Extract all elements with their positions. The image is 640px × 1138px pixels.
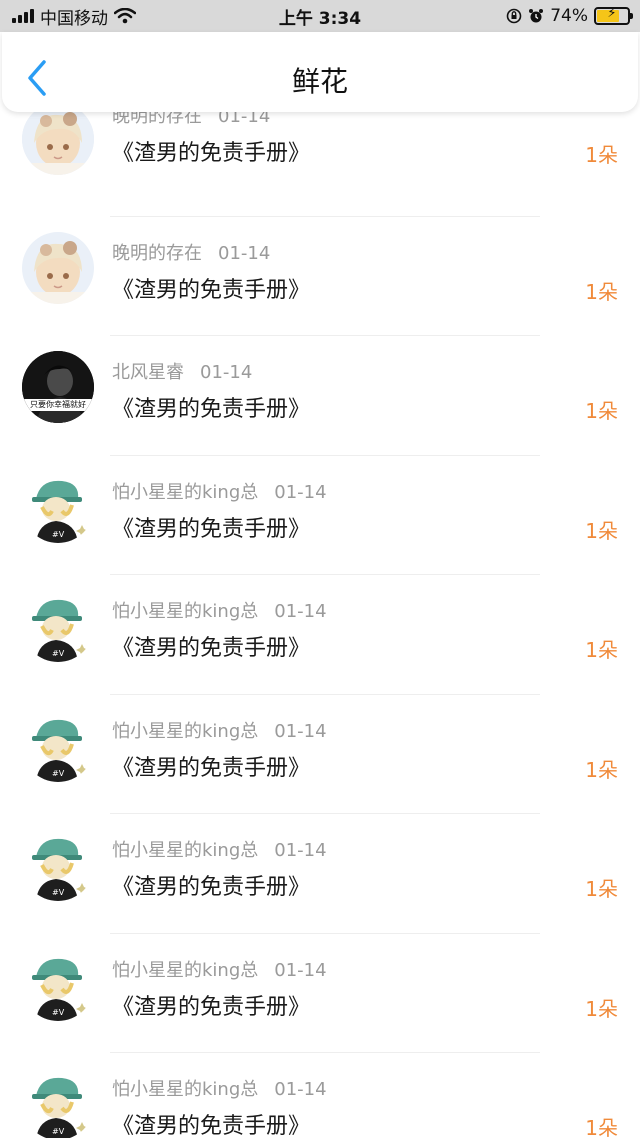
- book-title[interactable]: 《渣男的免责手册》: [112, 869, 310, 901]
- wifi-icon: [114, 8, 136, 24]
- book-title[interactable]: 《渣男的免责手册》: [112, 511, 310, 543]
- item-date: 01-14: [274, 481, 327, 503]
- user-avatar[interactable]: [22, 112, 94, 175]
- dark-photo-avatar-icon: [22, 351, 94, 423]
- book-title[interactable]: 《渣男的免责手册》: [112, 272, 310, 304]
- username[interactable]: 怕小星星的king总: [112, 601, 258, 622]
- username[interactable]: 怕小星星的king总: [112, 960, 258, 981]
- battery-percent: 74%: [550, 6, 588, 26]
- list-item[interactable]: 只要你幸福就好 北风星睿 01-14 《渣男的免责手册》 1朵: [0, 336, 640, 456]
- status-bar: 中国移动 上午 3:34 74% ⚡: [0, 0, 640, 32]
- alarm-icon: [529, 9, 544, 23]
- flower-count: 1朵: [585, 1116, 618, 1138]
- item-date: 01-14: [274, 720, 327, 742]
- list-item[interactable]: #V 怕小星星的king总 01-14 《渣男的免责手册》 1朵: [0, 934, 640, 1053]
- green-cap-avatar-icon: #V: [22, 948, 94, 1021]
- item-date: 01-14: [200, 362, 253, 383]
- nav-bar: 鲜花: [2, 32, 638, 112]
- book-title[interactable]: 《渣男的免责手册》: [112, 989, 310, 1021]
- svg-text:#V: #V: [52, 530, 65, 539]
- green-cap-avatar-icon: #V: [22, 829, 94, 901]
- anime-girl-avatar-icon: [22, 231, 94, 304]
- flower-count: 1朵: [585, 877, 618, 901]
- carrier-label: 中国移动: [40, 8, 108, 29]
- item-meta: 晚明的存在 01-14: [112, 239, 270, 265]
- item-meta: 晚明的存在 01-14: [112, 112, 270, 128]
- item-date: 01-14: [274, 959, 327, 981]
- item-meta: 怕小星星的king总 01-14: [112, 1075, 327, 1101]
- item-meta: 北风星睿 01-14: [112, 358, 252, 384]
- list-item[interactable]: #V 怕小星星的king总 01-14 《渣男的免责手册》 1朵: [0, 575, 640, 695]
- item-date: 01-14: [274, 1079, 327, 1100]
- username[interactable]: 怕小星星的king总: [112, 721, 258, 742]
- book-title[interactable]: 《渣男的免责手册》: [112, 135, 310, 167]
- status-right: 74% ⚡: [506, 6, 633, 26]
- username[interactable]: 北风星睿: [112, 362, 184, 383]
- battery-icon: ⚡: [594, 6, 633, 25]
- rotation-lock-icon: [506, 8, 522, 24]
- username[interactable]: 晚明的存在: [112, 112, 202, 127]
- flower-count: 1朵: [585, 399, 618, 423]
- page-title: 鲜花: [291, 65, 348, 98]
- item-meta: 怕小星星的king总 01-14: [112, 956, 327, 982]
- svg-text:#V: #V: [52, 888, 65, 897]
- username[interactable]: 怕小星星的king总: [112, 1079, 258, 1100]
- book-title[interactable]: 《渣男的免责手册》: [112, 1108, 310, 1138]
- user-avatar[interactable]: #V: [22, 829, 94, 901]
- flower-count: 1朵: [585, 638, 618, 662]
- svg-text:#V: #V: [52, 769, 65, 778]
- svg-text:#V: #V: [52, 1127, 65, 1136]
- item-meta: 怕小星星的king总 01-14: [112, 478, 327, 504]
- flower-count: 1朵: [585, 996, 618, 1021]
- svg-text:#V: #V: [52, 1008, 65, 1017]
- item-date: 01-14: [218, 112, 271, 127]
- item-meta: 怕小星星的king总 01-14: [112, 597, 327, 623]
- green-cap-avatar-icon: #V: [22, 470, 94, 543]
- charging-bolt-icon: ⚡: [607, 6, 617, 21]
- user-avatar[interactable]: #V: [22, 1068, 94, 1138]
- user-avatar[interactable]: [22, 231, 94, 304]
- item-date: 01-14: [274, 840, 327, 861]
- item-date: 01-14: [218, 242, 271, 264]
- list-item[interactable]: #V 怕小星星的king总 01-14 《渣男的免责手册》 1朵: [0, 695, 640, 814]
- flower-count: 1朵: [585, 757, 618, 782]
- item-meta: 怕小星星的king总 01-14: [112, 836, 327, 862]
- list-item[interactable]: 晚明的存在 01-14 《渣男的免责手册》 1朵: [0, 217, 640, 336]
- flower-count: 1朵: [585, 143, 618, 167]
- user-avatar[interactable]: #V: [22, 948, 94, 1021]
- username[interactable]: 怕小星星的king总: [112, 482, 258, 503]
- user-avatar[interactable]: 只要你幸福就好: [22, 351, 94, 423]
- user-avatar[interactable]: #V: [22, 590, 94, 662]
- green-cap-avatar-icon: #V: [22, 709, 94, 782]
- list-item[interactable]: #V 怕小星星的king总 01-14 《渣男的免责手册》 1朵: [0, 814, 640, 934]
- username[interactable]: 晚明的存在: [112, 243, 202, 264]
- book-title[interactable]: 《渣男的免责手册》: [112, 750, 310, 782]
- list-item[interactable]: #V 怕小星星的king总 01-14 《渣男的免责手册》 1朵: [0, 1053, 640, 1138]
- flower-count: 1朵: [585, 518, 618, 543]
- list-item[interactable]: #V 怕小星星的king总 01-14 《渣男的免责手册》 1朵: [0, 456, 640, 575]
- anime-girl-avatar-icon: [22, 112, 94, 175]
- item-date: 01-14: [274, 601, 327, 622]
- username[interactable]: 怕小星星的king总: [112, 840, 258, 861]
- svg-text:#V: #V: [52, 649, 65, 658]
- flower-count: 1朵: [585, 279, 618, 304]
- user-avatar[interactable]: #V: [22, 709, 94, 782]
- flower-list: 晚明的存在 01-14 《渣男的免责手册》 1朵 晚明的存在 01-14 《渣男的免…: [0, 112, 640, 1138]
- avatar-caption: 只要你幸福就好: [30, 400, 86, 409]
- status-left: 中国移动: [12, 4, 136, 29]
- signal-icon: [12, 9, 34, 23]
- green-cap-avatar-icon: #V: [22, 590, 94, 662]
- list-item[interactable]: 晚明的存在 01-14 《渣男的免责手册》 1朵: [0, 112, 640, 217]
- book-title[interactable]: 《渣男的免责手册》: [112, 630, 310, 662]
- green-cap-avatar-icon: #V: [22, 1068, 94, 1138]
- user-avatar[interactable]: #V: [22, 470, 94, 543]
- book-title[interactable]: 《渣男的免责手册》: [112, 391, 310, 423]
- item-meta: 怕小星星的king总 01-14: [112, 717, 327, 743]
